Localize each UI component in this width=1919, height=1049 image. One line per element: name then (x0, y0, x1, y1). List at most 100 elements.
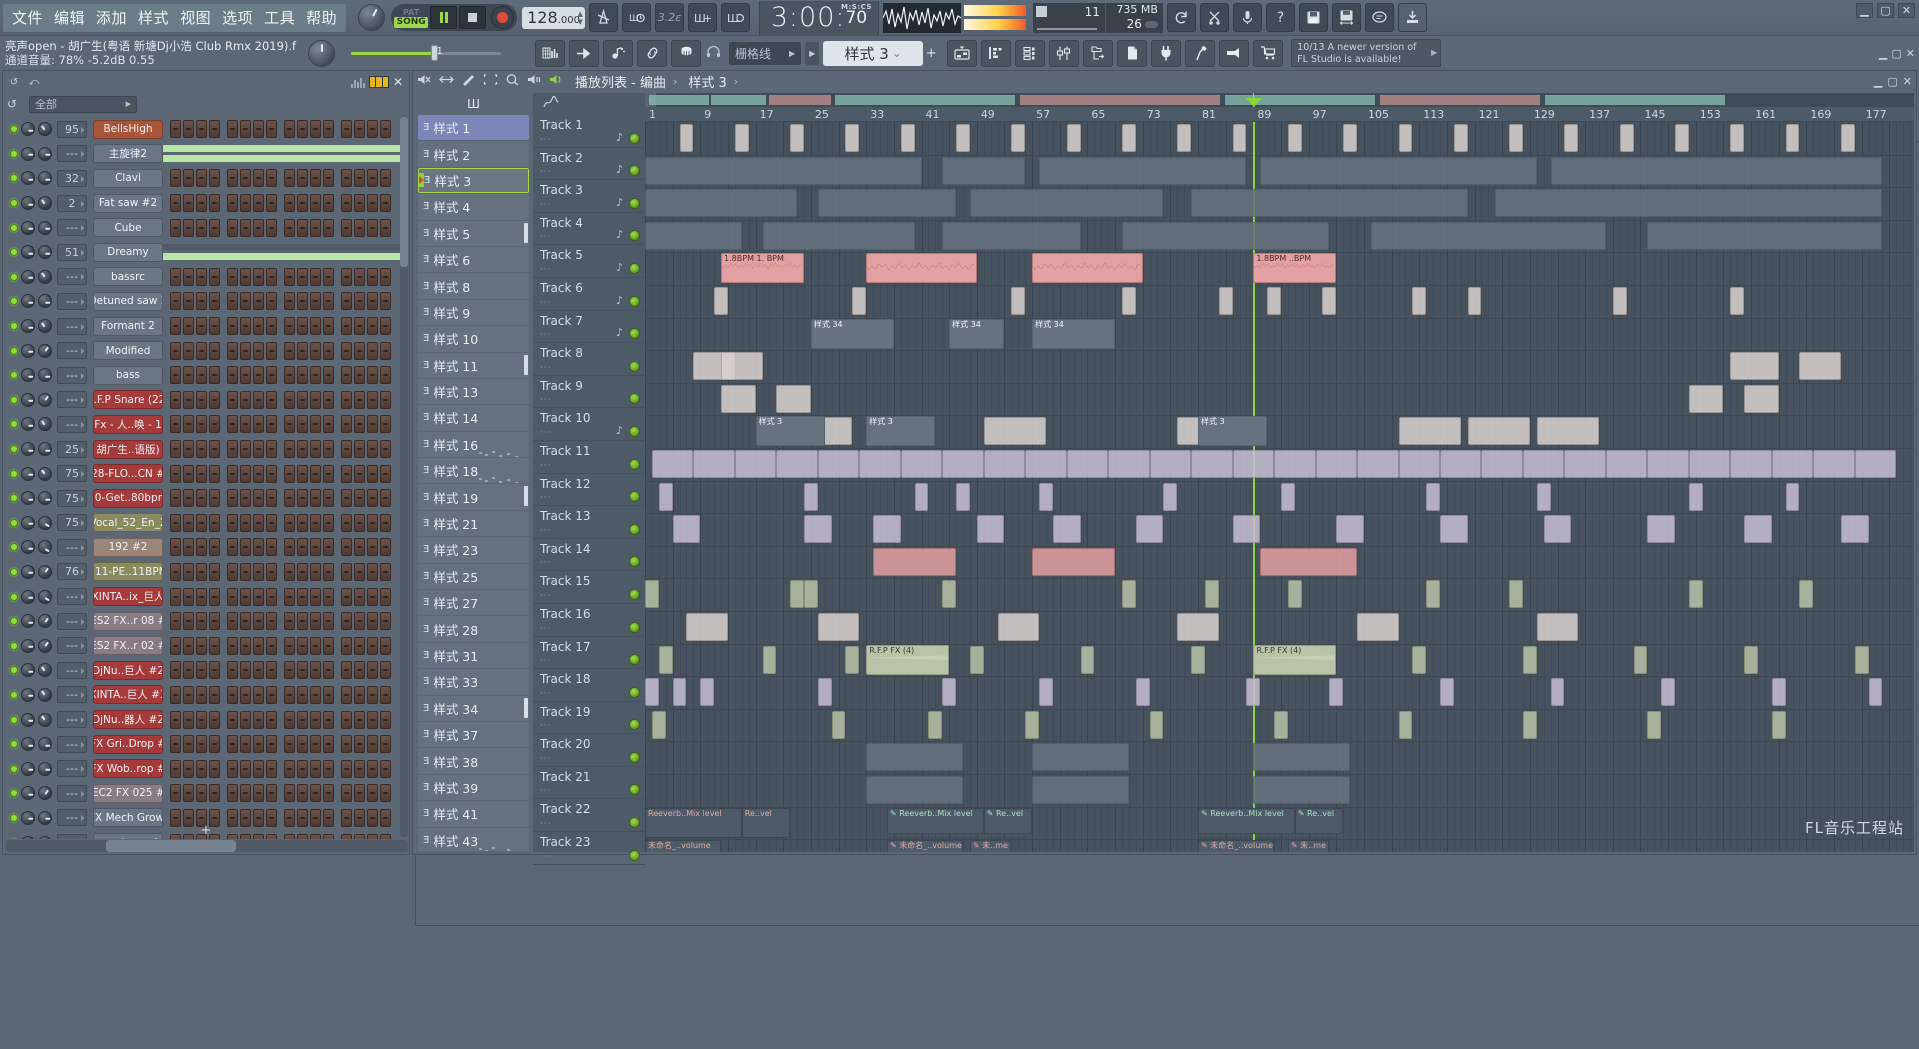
channel-volume-knob[interactable] (38, 467, 52, 481)
step-button[interactable] (297, 120, 308, 138)
step-button[interactable] (354, 784, 365, 802)
step-button[interactable] (183, 292, 194, 310)
playlist-clip[interactable] (721, 385, 756, 413)
pattern-selector[interactable]: 样式 3 ⌄ (823, 41, 923, 66)
step-button[interactable] (227, 292, 238, 310)
channel-enable-led[interactable] (10, 666, 18, 674)
playlist-clip[interactable] (1481, 450, 1522, 478)
step-button[interactable] (297, 711, 308, 729)
playlist-clip[interactable] (1233, 515, 1261, 543)
playlist-clip[interactable] (1039, 157, 1246, 185)
close-icon[interactable]: ✕ (393, 75, 406, 89)
playlist-clip[interactable] (1426, 580, 1440, 608)
step-button[interactable] (380, 317, 391, 335)
channel-name-button[interactable]: Vocal_52_En_2 (93, 513, 163, 532)
step-button[interactable] (341, 637, 352, 655)
step-button[interactable] (253, 440, 264, 458)
step-button[interactable] (341, 588, 352, 606)
step-button[interactable] (310, 784, 321, 802)
step-button[interactable] (323, 268, 334, 286)
step-sequence[interactable] (170, 390, 405, 410)
step-button[interactable] (310, 194, 321, 212)
step-button[interactable] (240, 637, 251, 655)
step-button[interactable] (266, 292, 277, 310)
mute-icon[interactable] (417, 73, 432, 89)
step-button[interactable] (323, 391, 334, 409)
step-button[interactable] (323, 169, 334, 187)
step-button[interactable] (183, 760, 194, 778)
channel-name-button[interactable]: VES2 FX..r 08 #2 (93, 612, 163, 631)
playlist-clip[interactable] (1537, 417, 1599, 445)
playlist-clip[interactable] (1544, 515, 1572, 543)
playlist-clip[interactable] (1032, 776, 1129, 804)
playlist-clip[interactable] (942, 580, 956, 608)
step-button[interactable] (266, 489, 277, 507)
step-sequence[interactable] (170, 193, 405, 213)
menu-options[interactable]: 选项 (222, 7, 253, 28)
channel-enable-led[interactable] (10, 543, 18, 551)
playlist-clip[interactable] (873, 515, 901, 543)
step-button[interactable] (170, 415, 181, 433)
track-name[interactable]: Track 7 (540, 311, 645, 329)
step-button[interactable] (196, 661, 207, 679)
step-button[interactable] (240, 465, 251, 483)
channel-enable-led[interactable] (10, 273, 18, 281)
channel-volume-knob[interactable] (38, 491, 52, 505)
step-button[interactable] (183, 735, 194, 753)
step-button[interactable] (284, 317, 295, 335)
playlist-clip[interactable] (1260, 157, 1537, 185)
playlist-clip[interactable] (1343, 124, 1357, 152)
step-button[interactable] (380, 563, 391, 581)
step-sequence[interactable] (170, 168, 405, 188)
channel-row[interactable]: 75Vocal_52_En_2 (7, 511, 405, 536)
playlist-button[interactable] (947, 40, 977, 67)
track-name[interactable]: Track 15 (540, 571, 645, 589)
step-button[interactable] (323, 612, 334, 630)
playlist-clip[interactable] (1011, 287, 1025, 315)
channel-name-button[interactable]: Clavi (93, 169, 163, 188)
step-button[interactable] (209, 637, 220, 655)
playlist-clip[interactable] (1730, 450, 1771, 478)
playlist-clip[interactable] (956, 483, 970, 511)
step-button[interactable] (170, 292, 181, 310)
step-button[interactable] (196, 563, 207, 581)
step-button[interactable] (341, 415, 352, 433)
step-button[interactable] (297, 366, 308, 384)
channel-filter-select[interactable]: 全部 ▶ (29, 96, 137, 113)
step-sequence[interactable] (170, 660, 405, 680)
step-button[interactable] (380, 588, 391, 606)
channel-enable-led[interactable] (10, 765, 18, 773)
playlist-clip[interactable]: 样式 3 (756, 416, 825, 446)
step-button[interactable] (323, 588, 334, 606)
channel-pan-knob[interactable] (21, 516, 35, 530)
step-button[interactable] (227, 514, 238, 532)
playlist-clip[interactable] (1799, 580, 1813, 608)
track-header[interactable]: Track 15··· (533, 571, 645, 604)
step-button[interactable] (323, 784, 334, 802)
step-button[interactable] (284, 465, 295, 483)
step-button[interactable] (354, 686, 365, 704)
channel-enable-led[interactable] (10, 297, 18, 305)
step-sequence[interactable] (170, 587, 405, 607)
step-button[interactable] (196, 194, 207, 212)
step-button[interactable] (183, 391, 194, 409)
playlist-clip[interactable] (652, 450, 693, 478)
step-button[interactable] (227, 465, 238, 483)
track-name[interactable]: Track 4 (540, 213, 645, 231)
pattern-list-item[interactable]: Ǝ样式 4 (418, 194, 529, 219)
channel-enable-led[interactable] (10, 420, 18, 428)
step-button[interactable] (310, 563, 321, 581)
step-button[interactable] (341, 563, 352, 581)
channel-name-button[interactable]: DjNu..器人 #2 (93, 710, 163, 729)
track-name[interactable]: Track 23 (540, 832, 645, 850)
playlist-clip[interactable] (714, 287, 728, 315)
playlist-clip[interactable] (721, 352, 762, 380)
track-enable-led[interactable] (629, 589, 640, 600)
playlist-clip[interactable] (1744, 385, 1779, 413)
playlist-clip[interactable] (1551, 157, 1883, 185)
pattern-list-item[interactable]: Ǝ样式 5 (418, 221, 529, 246)
playlist-clip[interactable] (1025, 711, 1039, 739)
step-button[interactable] (354, 711, 365, 729)
step-button[interactable] (284, 342, 295, 360)
playlist-clip[interactable] (1799, 352, 1840, 380)
